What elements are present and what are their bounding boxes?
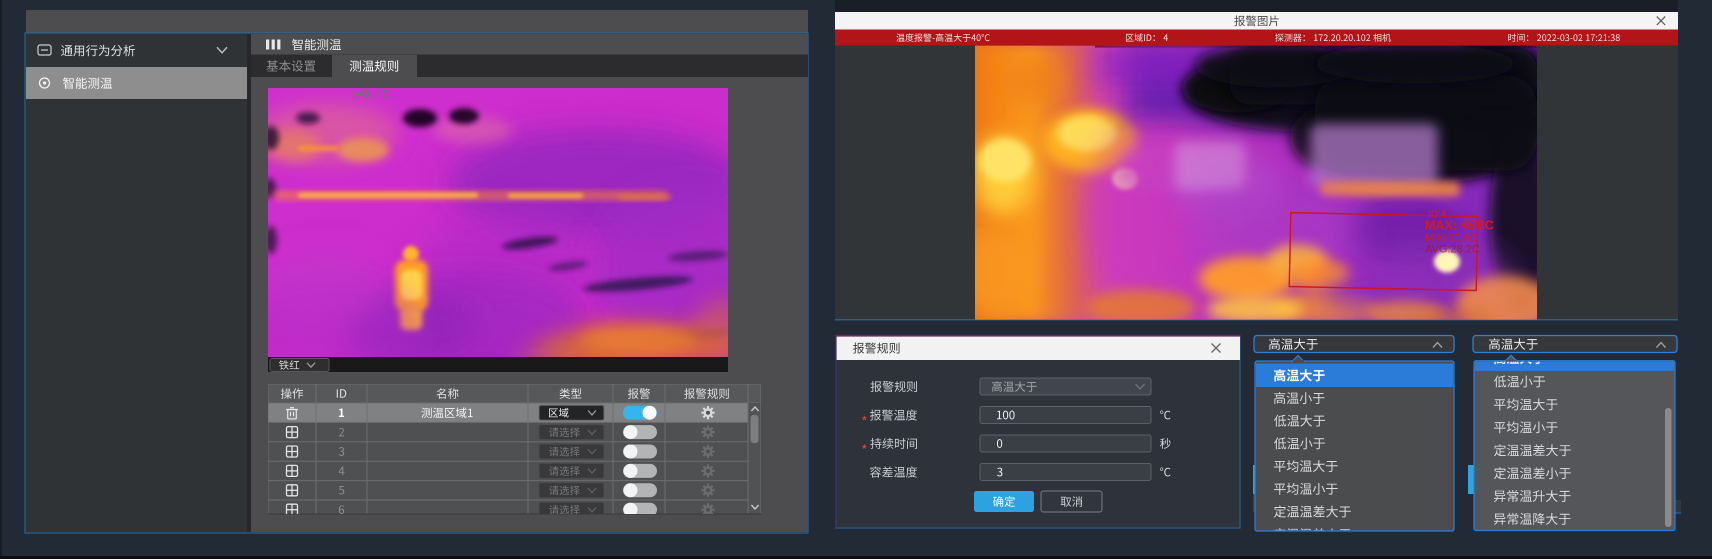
svg-text:MAX: 45/8C: MAX: 45/8C	[1425, 219, 1494, 233]
svg-text:AVG:28.2C: AVG:28.2C	[1425, 244, 1480, 256]
